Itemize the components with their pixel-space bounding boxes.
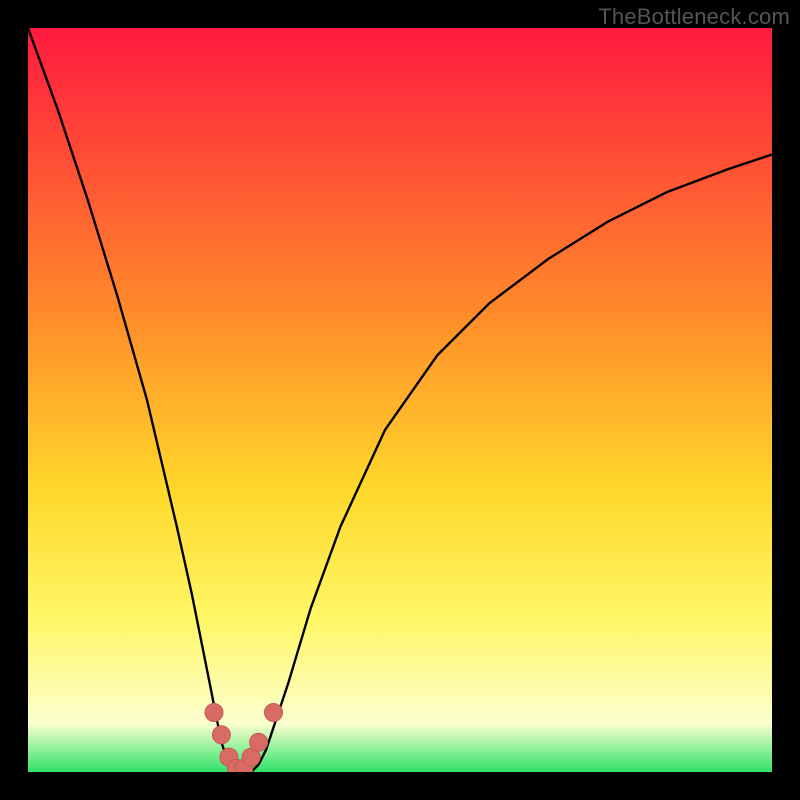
chart-frame: TheBottleneck.com xyxy=(0,0,800,800)
marker-point xyxy=(212,726,230,744)
marker-point xyxy=(265,704,283,722)
chart-svg xyxy=(28,28,772,772)
watermark-text: TheBottleneck.com xyxy=(598,4,790,30)
marker-point xyxy=(205,704,223,722)
plot-area xyxy=(28,28,772,772)
marker-point xyxy=(250,733,268,751)
gradient-background xyxy=(28,28,772,772)
